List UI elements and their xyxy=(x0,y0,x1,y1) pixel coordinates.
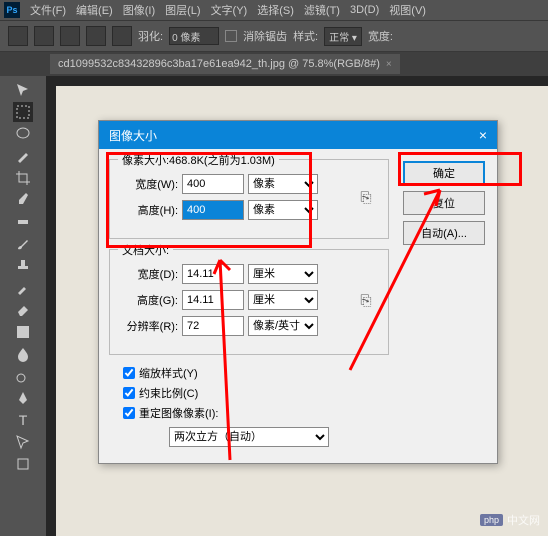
marquee-tool-icon[interactable] xyxy=(13,102,33,122)
php-badge: php xyxy=(480,514,503,526)
resample-method-select[interactable]: 两次立方（自动） xyxy=(169,427,329,447)
px-height-label: 高度(H): xyxy=(120,202,178,218)
px-width-unit[interactable]: 像素 xyxy=(248,174,318,194)
dialog-close-icon[interactable]: × xyxy=(479,127,487,143)
healing-tool-icon[interactable] xyxy=(13,212,33,232)
menu-type[interactable]: 文字(Y) xyxy=(207,0,252,20)
history-brush-icon[interactable] xyxy=(13,278,33,298)
link-icon[interactable]: ⎘ xyxy=(354,168,378,226)
doc-height-label: 高度(G): xyxy=(120,292,178,308)
px-height-unit[interactable]: 像素 xyxy=(248,200,318,220)
constrain-label: 约束比例(C) xyxy=(139,385,198,401)
watermark: php 中文网 xyxy=(480,512,540,528)
blur-tool-icon[interactable] xyxy=(13,344,33,364)
px-width-label: 宽度(W): xyxy=(120,176,178,192)
current-tool-icon[interactable] xyxy=(8,26,28,46)
link-icon-2[interactable]: ⎘ xyxy=(354,258,378,342)
doc-height-unit[interactable]: 厘米 xyxy=(248,290,318,310)
tool-panel: T xyxy=(0,76,46,536)
selection-mode-subtract[interactable] xyxy=(86,26,106,46)
stamp-tool-icon[interactable] xyxy=(13,256,33,276)
gradient-tool-icon[interactable] xyxy=(13,322,33,342)
dialog-title: 图像大小 xyxy=(109,127,157,144)
eraser-tool-icon[interactable] xyxy=(13,300,33,320)
document-tab-bar: cd1099532c83432896c3ba17e61ea942_th.jpg … xyxy=(0,52,548,76)
doc-width-label: 宽度(D): xyxy=(120,266,178,282)
px-width-input[interactable] xyxy=(182,174,244,194)
resolution-unit[interactable]: 像素/英寸 xyxy=(248,316,318,336)
menu-edit[interactable]: 编辑(E) xyxy=(72,0,117,20)
resolution-label: 分辨率(R): xyxy=(120,318,178,334)
width-label: 宽度: xyxy=(368,28,393,44)
pixel-size-label: 像素大小:468.8K(之前为1.03M) xyxy=(118,152,279,168)
auto-button[interactable]: 自动(A)... xyxy=(403,221,485,245)
resample-label: 重定图像像素(I): xyxy=(139,405,218,421)
menu-layer[interactable]: 图层(L) xyxy=(161,0,204,20)
options-bar: 羽化: 消除锯齿 样式: 正常 ▾ 宽度: xyxy=(0,20,548,52)
path-tool-icon[interactable] xyxy=(13,432,33,452)
dodge-tool-icon[interactable] xyxy=(13,366,33,386)
ok-button[interactable]: 确定 xyxy=(403,161,485,185)
menu-view[interactable]: 视图(V) xyxy=(385,0,430,20)
feather-label: 羽化: xyxy=(138,28,163,44)
wand-tool-icon[interactable] xyxy=(13,146,33,166)
lasso-tool-icon[interactable] xyxy=(13,124,33,144)
antialias-checkbox[interactable] xyxy=(225,30,237,42)
menu-file[interactable]: 文件(F) xyxy=(26,0,70,20)
menu-bar: Ps 文件(F) 编辑(E) 图像(I) 图层(L) 文字(Y) 选择(S) 滤… xyxy=(0,0,548,20)
resample-checkbox[interactable] xyxy=(123,407,135,419)
constrain-checkbox[interactable] xyxy=(123,387,135,399)
type-tool-icon[interactable]: T xyxy=(13,410,33,430)
selection-mode-new[interactable] xyxy=(34,26,54,46)
pixel-dimensions-group: 像素大小:468.8K(之前为1.03M) 宽度(W): 像素 高度(H): 像… xyxy=(109,159,389,239)
reset-button[interactable]: 复位 xyxy=(403,191,485,215)
eyedropper-tool-icon[interactable] xyxy=(13,190,33,210)
crop-tool-icon[interactable] xyxy=(13,168,33,188)
antialias-label: 消除锯齿 xyxy=(243,28,287,44)
doc-size-label: 文档大小: xyxy=(118,242,173,258)
px-height-input[interactable] xyxy=(182,200,244,220)
menu-filter[interactable]: 滤镜(T) xyxy=(300,0,344,20)
scale-styles-checkbox[interactable] xyxy=(123,367,135,379)
move-tool-icon[interactable] xyxy=(13,80,33,100)
resolution-input[interactable] xyxy=(182,316,244,336)
pen-tool-icon[interactable] xyxy=(13,388,33,408)
scale-styles-label: 缩放样式(Y) xyxy=(139,365,198,381)
menu-select[interactable]: 选择(S) xyxy=(253,0,298,20)
tab-title: cd1099532c83432896c3ba17e61ea942_th.jpg … xyxy=(58,58,380,70)
selection-mode-intersect[interactable] xyxy=(112,26,132,46)
style-label: 样式: xyxy=(293,28,318,44)
watermark-text: 中文网 xyxy=(507,512,540,528)
menu-image[interactable]: 图像(I) xyxy=(119,0,159,20)
brush-tool-icon[interactable] xyxy=(13,234,33,254)
shape-tool-icon[interactable] xyxy=(13,454,33,474)
dialog-title-bar[interactable]: 图像大小 × xyxy=(99,121,497,149)
image-size-dialog: 图像大小 × 像素大小:468.8K(之前为1.03M) 宽度(W): 像素 高… xyxy=(98,120,498,464)
ps-logo: Ps xyxy=(4,2,20,18)
menu-3d[interactable]: 3D(D) xyxy=(346,2,383,18)
style-dropdown[interactable]: 正常 ▾ xyxy=(324,27,362,46)
doc-width-unit[interactable]: 厘米 xyxy=(248,264,318,284)
doc-height-input[interactable] xyxy=(182,290,244,310)
selection-mode-add[interactable] xyxy=(60,26,80,46)
document-tab[interactable]: cd1099532c83432896c3ba17e61ea942_th.jpg … xyxy=(50,54,400,74)
feather-input[interactable] xyxy=(169,27,219,45)
doc-width-input[interactable] xyxy=(182,264,244,284)
close-icon[interactable]: × xyxy=(386,59,392,70)
document-size-group: 文档大小: 宽度(D): 厘米 高度(G): 厘米 分辨率(R): xyxy=(109,249,389,355)
